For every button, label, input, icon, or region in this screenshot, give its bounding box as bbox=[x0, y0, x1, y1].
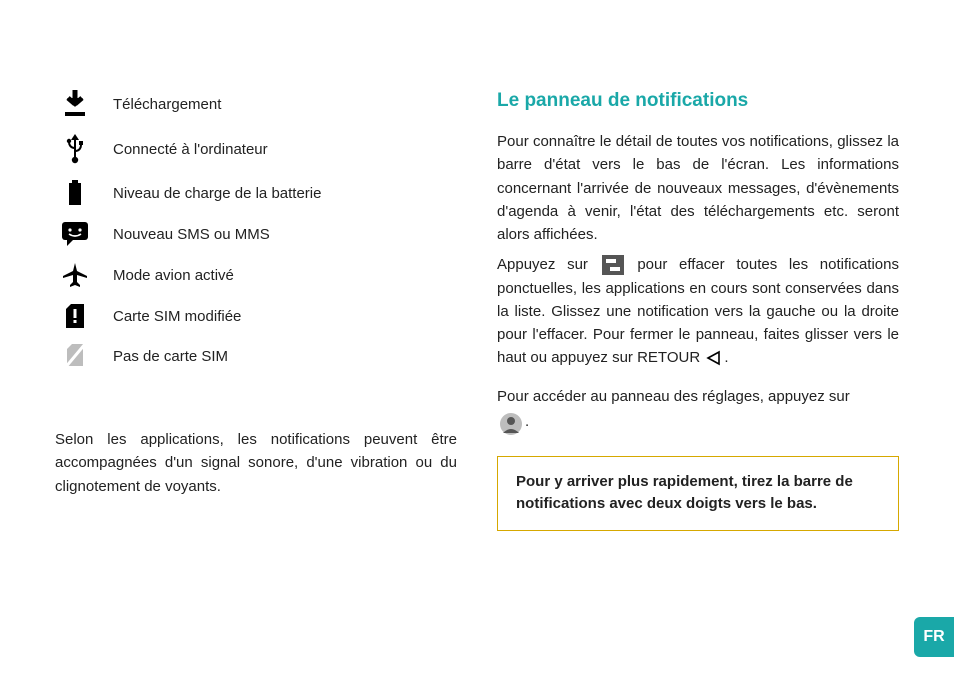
tip-text: Pour y arriver plus rapidement, tirez la… bbox=[516, 473, 853, 513]
left-note-paragraph: Selon les applications, les notification… bbox=[55, 428, 457, 498]
list-item-label: Téléchargement bbox=[113, 96, 221, 113]
left-column: Téléchargement Connecté à l'ordinateur bbox=[55, 90, 457, 531]
clear-all-icon bbox=[602, 255, 624, 275]
usb-icon bbox=[55, 134, 95, 164]
text-fragment: . bbox=[724, 349, 728, 366]
list-item-label: Nouveau SMS ou MMS bbox=[113, 226, 270, 243]
text-fragment: . bbox=[525, 413, 529, 430]
panel-heading: Le panneau de notifications bbox=[497, 90, 899, 112]
text-fragment: Pour accéder au panneau des réglages, ap… bbox=[497, 388, 850, 405]
list-item-label: Mode avion activé bbox=[113, 267, 234, 284]
notification-icons-list: Téléchargement Connecté à l'ordinateur bbox=[55, 90, 457, 368]
text-fragment: Appuyez sur bbox=[497, 256, 588, 273]
tip-box: Pour y arriver plus rapidement, tirez la… bbox=[497, 456, 899, 531]
back-icon bbox=[706, 350, 722, 366]
list-item-label: Connecté à l'ordinateur bbox=[113, 141, 268, 158]
list-item-label: Niveau de charge de la batterie bbox=[113, 185, 321, 202]
sms-icon bbox=[55, 222, 95, 246]
no-sim-icon bbox=[55, 344, 95, 368]
airplane-icon bbox=[55, 262, 95, 288]
list-item: Niveau de charge de la batterie bbox=[55, 180, 457, 206]
list-item: Carte SIM modifiée bbox=[55, 304, 457, 328]
language-badge: FR bbox=[914, 617, 954, 657]
right-column: Le panneau de notifications Pour connaît… bbox=[497, 90, 899, 531]
panel-paragraph-1: Pour connaître le détail de toutes vos n… bbox=[497, 130, 899, 246]
settings-person-icon bbox=[499, 412, 523, 436]
download-icon bbox=[55, 90, 95, 118]
list-item: Pas de carte SIM bbox=[55, 344, 457, 368]
list-item: Connecté à l'ordinateur bbox=[55, 134, 457, 164]
sim-modified-icon bbox=[55, 304, 95, 328]
panel-paragraph-3: Pour accéder au panneau des réglages, ap… bbox=[497, 385, 899, 436]
list-item-label: Pas de carte SIM bbox=[113, 348, 228, 365]
list-item: Nouveau SMS ou MMS bbox=[55, 222, 457, 246]
panel-paragraph-2: Appuyez sur pour effacer toutes les noti… bbox=[497, 253, 899, 369]
list-item: Téléchargement bbox=[55, 90, 457, 118]
list-item-label: Carte SIM modifiée bbox=[113, 308, 241, 325]
battery-icon bbox=[55, 180, 95, 206]
list-item: Mode avion activé bbox=[55, 262, 457, 288]
page-content: Téléchargement Connecté à l'ordinateur bbox=[0, 0, 954, 571]
